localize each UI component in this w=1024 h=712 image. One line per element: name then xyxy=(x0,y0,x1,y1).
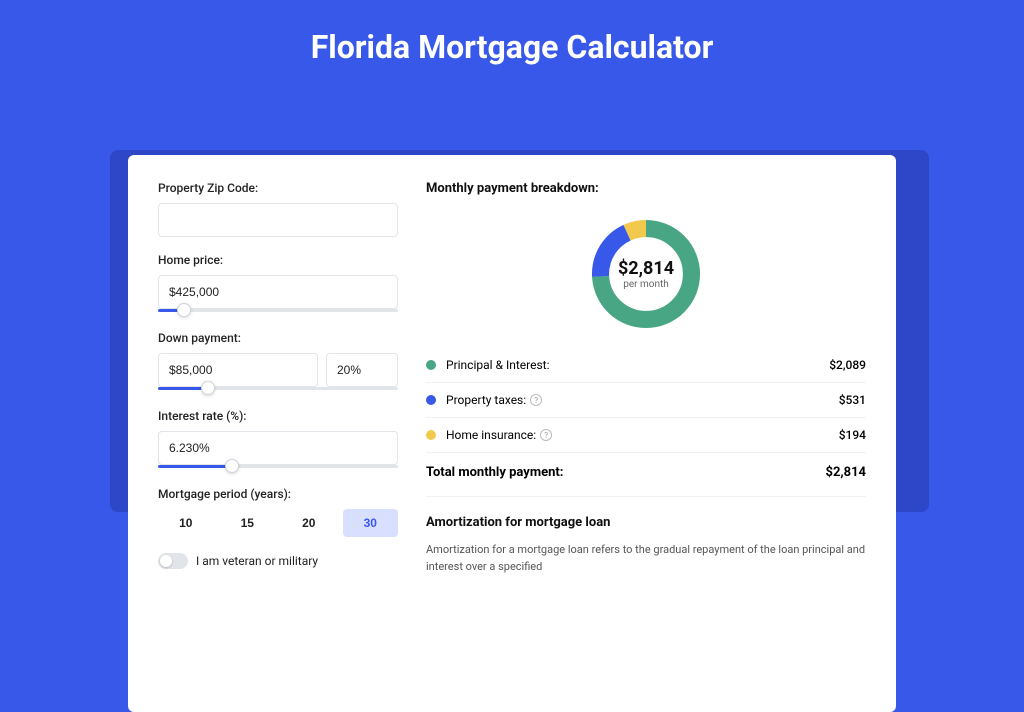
legend-value: $194 xyxy=(839,428,866,442)
slider-thumb-icon[interactable] xyxy=(201,381,215,395)
toggle-knob-icon xyxy=(160,555,172,567)
legend-value: $531 xyxy=(839,393,866,407)
down-payment-group: Down payment: xyxy=(158,331,398,393)
veteran-row: I am veteran or military xyxy=(158,553,398,569)
legend-label: Home insurance: xyxy=(446,428,536,442)
period-option-15[interactable]: 15 xyxy=(220,509,276,537)
down-payment-input[interactable] xyxy=(158,353,318,387)
amortization-section: Amortization for mortgage loan Amortizat… xyxy=(426,496,866,575)
slider-thumb-icon[interactable] xyxy=(177,303,191,317)
period-option-20[interactable]: 20 xyxy=(281,509,337,537)
down-payment-slider[interactable] xyxy=(158,385,398,393)
donut-center: $2,814 per month xyxy=(586,214,706,334)
zip-input[interactable] xyxy=(158,203,398,237)
legend: Principal & Interest: $2,089 Property taxe… xyxy=(426,348,866,452)
amortization-text: Amortization for a mortgage loan refers … xyxy=(426,542,866,575)
period-group: Mortgage period (years): 10152030 xyxy=(158,487,398,537)
legend-row: Home insurance:? $194 xyxy=(426,418,866,452)
help-icon[interactable]: ? xyxy=(530,394,542,406)
legend-row: Principal & Interest: $2,089 xyxy=(426,348,866,383)
swatch-icon xyxy=(426,360,436,370)
period-option-10[interactable]: 10 xyxy=(158,509,214,537)
legend-row: Property taxes:? $531 xyxy=(426,383,866,418)
down-payment-pct-input[interactable] xyxy=(326,353,398,387)
donut-chart: $2,814 per month xyxy=(426,214,866,334)
amortization-heading: Amortization for mortgage loan xyxy=(426,515,866,530)
swatch-icon xyxy=(426,430,436,440)
legend-value: $2,089 xyxy=(829,358,866,372)
interest-group: Interest rate (%): xyxy=(158,409,398,471)
inputs-column: Property Zip Code: Home price: Down paym… xyxy=(158,181,398,686)
home-price-label: Home price: xyxy=(158,253,398,267)
swatch-icon xyxy=(426,395,436,405)
period-options: 10152030 xyxy=(158,509,398,537)
calculator-card: Property Zip Code: Home price: Down paym… xyxy=(128,155,896,712)
veteran-toggle[interactable] xyxy=(158,553,188,569)
home-price-input[interactable] xyxy=(158,275,398,309)
legend-label: Principal & Interest: xyxy=(446,358,550,372)
period-label: Mortgage period (years): xyxy=(158,487,398,501)
breakdown-heading: Monthly payment breakdown: xyxy=(426,181,866,196)
down-payment-label: Down payment: xyxy=(158,331,398,345)
period-option-30[interactable]: 30 xyxy=(343,509,399,537)
donut-amount: $2,814 xyxy=(618,258,674,279)
interest-input[interactable] xyxy=(158,431,398,465)
total-value: $2,814 xyxy=(826,465,867,480)
help-icon[interactable]: ? xyxy=(540,429,552,441)
donut-sub: per month xyxy=(623,279,669,290)
interest-label: Interest rate (%): xyxy=(158,409,398,423)
home-price-group: Home price: xyxy=(158,253,398,315)
page-title: Florida Mortgage Calculator xyxy=(0,0,1024,88)
total-label: Total monthly payment: xyxy=(426,465,563,480)
legend-label: Property taxes: xyxy=(446,393,526,407)
total-row: Total monthly payment: $2,814 xyxy=(426,452,866,496)
slider-thumb-icon[interactable] xyxy=(225,459,239,473)
interest-slider[interactable] xyxy=(158,463,398,471)
zip-group: Property Zip Code: xyxy=(158,181,398,237)
breakdown-column: Monthly payment breakdown: $2,814 per mo… xyxy=(426,181,866,686)
veteran-label: I am veteran or military xyxy=(196,554,318,568)
home-price-slider[interactable] xyxy=(158,307,398,315)
zip-label: Property Zip Code: xyxy=(158,181,398,195)
